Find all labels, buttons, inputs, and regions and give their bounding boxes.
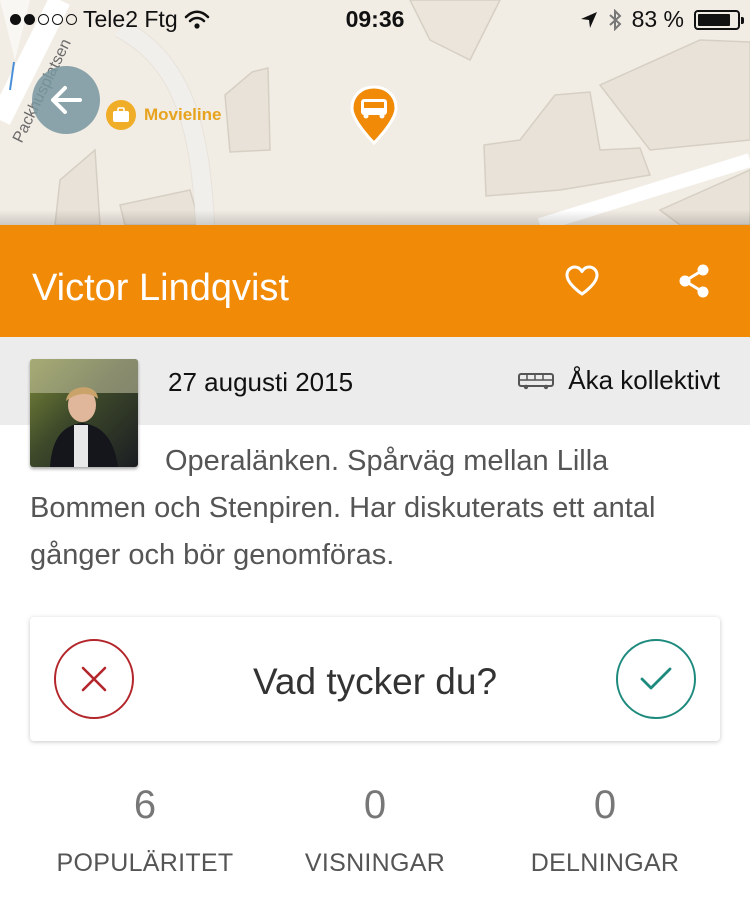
stat-views: 0 VISNINGAR — [260, 785, 490, 878]
back-button[interactable] — [32, 66, 100, 134]
bus-icon — [350, 85, 398, 146]
stat-label: VISNINGAR — [304, 849, 446, 877]
heart-icon — [565, 265, 599, 296]
stat-value: 0 — [363, 783, 387, 827]
category-label: Åka kollektivt — [568, 365, 720, 395]
avatar[interactable] — [30, 359, 138, 467]
share-button[interactable] — [672, 261, 716, 301]
battery-icon — [694, 9, 744, 30]
page-title: Victor Lindqvist — [32, 267, 289, 309]
meta-bar: 27 augusti 2015 Åka kollektivt — [0, 337, 750, 467]
share-icon — [679, 264, 709, 298]
stat-label: POPULÄRITET — [56, 849, 234, 877]
stat-shares: 0 DELNINGAR — [490, 785, 720, 878]
header-bar: Victor Lindqvist — [0, 225, 750, 337]
battery-percentage: 83 % — [631, 6, 684, 32]
poi-label: Movieline — [144, 105, 222, 124]
stats-row: 6 POPULÄRITET 0 VISNINGAR 0 DELNINGAR — [0, 785, 750, 885]
map-poi-movieline[interactable]: Movieline — [106, 100, 221, 130]
category-tag[interactable]: Åka kollektivt — [518, 365, 720, 396]
checkmark-icon — [640, 667, 672, 690]
vote-yes-button[interactable] — [616, 639, 696, 719]
post-date: 27 augusti 2015 — [168, 367, 354, 397]
stat-label: DELNINGAR — [530, 849, 680, 877]
avatar-image — [30, 359, 138, 467]
bus-icon — [518, 372, 555, 389]
favorite-button[interactable] — [560, 261, 604, 301]
briefcase-icon — [106, 100, 136, 130]
vote-card: Vad tycker du? — [30, 617, 720, 741]
stat-popularity: 6 POPULÄRITET — [30, 785, 260, 878]
location-arrow-icon — [580, 11, 597, 28]
status-bar: Tele2 Ftg 09:36 83 % — [0, 0, 750, 40]
map-marker[interactable] — [348, 85, 400, 147]
stat-value: 6 — [133, 783, 157, 827]
arrow-left-icon — [51, 86, 82, 114]
bluetooth-icon — [608, 8, 622, 31]
stat-value: 0 — [593, 783, 617, 827]
